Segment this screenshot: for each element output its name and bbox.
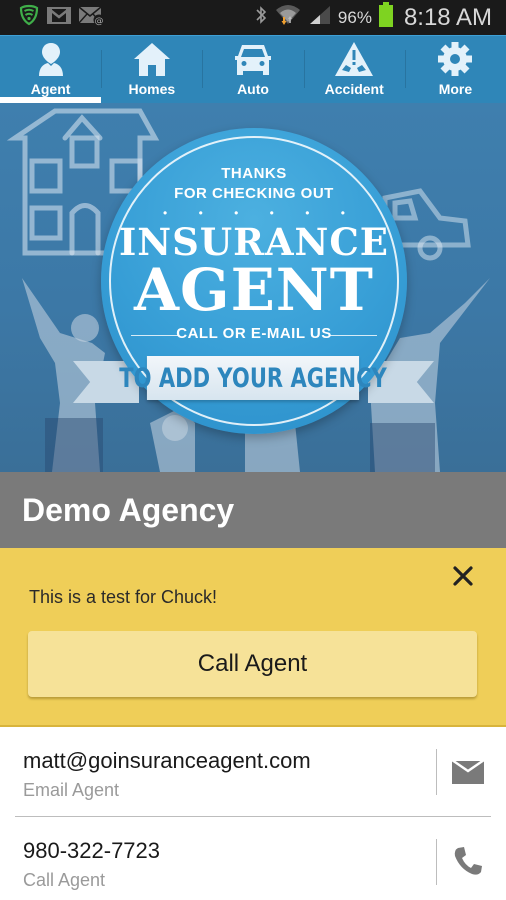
- email-agent-button[interactable]: [446, 753, 490, 793]
- contact-email-address: matt@goinsuranceagent.com: [23, 748, 311, 773]
- vertical-divider: [436, 749, 437, 795]
- notice-message: This is a test for Chuck!: [29, 587, 218, 607]
- gmail-icon: [46, 4, 72, 31]
- signal-icon: [308, 4, 332, 31]
- agency-name: Demo Agency: [22, 491, 235, 528]
- accident-warning-icon: [334, 41, 374, 77]
- tab-agent[interactable]: Agent: [0, 36, 102, 103]
- tab-accident[interactable]: Accident: [303, 36, 405, 103]
- tab-label: Auto: [237, 81, 269, 97]
- email-at-icon: @: [78, 4, 106, 31]
- badge-ribbon: TO ADD YOUR AGENCY: [119, 356, 387, 400]
- wifi-icon: [274, 2, 302, 33]
- tab-more[interactable]: More: [404, 36, 506, 103]
- tab-bar: Agent Homes Auto Accident More: [0, 35, 506, 103]
- badge-dots: • • • • • •: [163, 206, 359, 220]
- tab-auto[interactable]: Auto: [202, 36, 303, 103]
- svg-text:@: @: [95, 17, 104, 27]
- call-agent-button[interactable]: Call Agent: [28, 631, 477, 697]
- status-bar: @ 96% 8:18 AM: [0, 0, 506, 35]
- battery-icon: [378, 2, 394, 33]
- badge-title-agent: AGENT: [134, 256, 374, 324]
- contact-row-phone[interactable]: 980-322-7723 Call Agent: [0, 818, 506, 900]
- tab-label: Homes: [128, 81, 176, 97]
- agency-header: Demo Agency: [0, 472, 506, 548]
- badge-line-call: CALL OR E-MAIL US: [176, 325, 332, 342]
- phone-icon: [452, 845, 484, 882]
- battery-percent: 96%: [337, 7, 372, 27]
- clock: 8:18 AM: [403, 3, 492, 31]
- call-agent-phone-button[interactable]: [446, 843, 490, 883]
- tab-label: More: [438, 81, 473, 97]
- car-icon: [233, 41, 273, 77]
- bluetooth-icon: [254, 4, 268, 31]
- contact-divider: [15, 816, 491, 817]
- person-icon: [31, 41, 71, 77]
- badge-line-thanks: THANKS: [221, 165, 287, 182]
- tab-label: Accident: [324, 81, 384, 97]
- contact-phone-label: Call Agent: [23, 870, 106, 890]
- close-notice-button[interactable]: [450, 563, 476, 589]
- tab-label: Agent: [30, 81, 71, 97]
- badge-line-checking-out: FOR CHECKING OUT: [174, 185, 334, 202]
- contact-row-email[interactable]: matt@goinsuranceagent.com Email Agent: [0, 728, 506, 816]
- close-icon: [450, 566, 476, 593]
- badge-divider-right: [329, 335, 377, 336]
- vertical-divider: [436, 839, 437, 885]
- contact-email-label: Email Agent: [23, 780, 120, 800]
- promo-banner: THANKS FOR CHECKING OUT • • • • • • INSU…: [0, 103, 506, 472]
- house-icon: [132, 41, 172, 77]
- gear-icon: [435, 41, 475, 77]
- shield-security-icon: [18, 4, 40, 31]
- tab-homes[interactable]: Homes: [101, 36, 202, 103]
- contact-phone-number: 980-322-7723: [23, 838, 161, 863]
- envelope-icon: [451, 757, 485, 789]
